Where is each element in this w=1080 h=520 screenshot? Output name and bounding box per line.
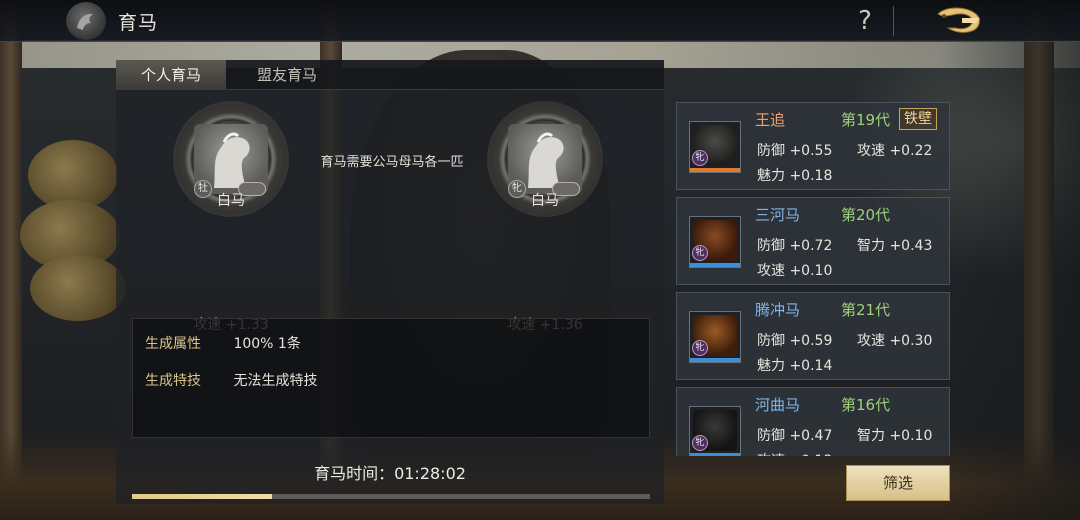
topbar-divider	[893, 6, 894, 36]
result-attr-value: 100% 1条	[233, 336, 301, 352]
gender-tag: 牝	[692, 150, 708, 166]
horse-stat: 防御 +0.47	[757, 428, 833, 444]
horse-thumbnail: 牝	[689, 311, 741, 363]
result-attr-key: 生成属性	[145, 336, 201, 352]
dragon-back-icon[interactable]	[932, 4, 988, 38]
horse-name: 腾冲马	[755, 301, 801, 319]
horse-card[interactable]: 牝 三河马 第20代 防御 +0.72 智力 +0.43 攻速 +0.10	[676, 197, 950, 285]
horse-stat: 魅力 +0.18	[757, 168, 833, 184]
background-shade	[940, 0, 1080, 520]
horse-generation: 第16代	[841, 396, 891, 414]
horse-stat: 智力 +0.43	[857, 238, 933, 254]
male-horse-slot[interactable]: 牡 白马 攻速 +1.33	[166, 104, 296, 333]
horse-stat: 智力 +0.10	[857, 428, 933, 444]
horse-stat: 魅力 +0.14	[757, 358, 833, 374]
result-skill-key: 生成特技	[145, 373, 201, 389]
rarity-bar	[690, 263, 740, 267]
horse-generation: 第20代	[841, 206, 891, 224]
rarity-bar	[690, 358, 740, 362]
horse-stat: 攻速 +0.22	[857, 143, 933, 159]
horse-card[interactable]: 牝 王追 第19代 铁壁防御 +0.55 攻速 +0.22 魅力 +0.18	[676, 102, 950, 190]
horse-stat: 防御 +0.59	[757, 333, 833, 349]
horse-card[interactable]: 牝 腾冲马 第21代 防御 +0.59 攻速 +0.30 魅力 +0.14	[676, 292, 950, 380]
horse-stat: 防御 +0.72	[757, 238, 833, 254]
horse-thumbnail: 牝	[689, 216, 741, 268]
breeding-progress-bar	[132, 494, 650, 499]
horse-thumbnail: 牝	[689, 406, 741, 456]
breeding-progress-fill	[132, 494, 272, 499]
horse-name: 三河马	[755, 206, 801, 224]
breeding-panel: 个人育马 盟友育马 牡 白马 攻速 +1.33 育马需要公马母马各一匹 牝 白马…	[116, 60, 664, 504]
horse-generation: 第19代	[841, 111, 891, 129]
gender-tag: 牝	[692, 435, 708, 451]
breeding-hint: 育马需要公马母马各一匹	[320, 155, 464, 170]
horse-thumbnail: 牝	[689, 121, 741, 173]
rarity-bar	[690, 168, 740, 172]
result-attr-row: 生成属性 100% 1条	[145, 333, 301, 353]
horse-trait-badge: 铁壁	[899, 108, 937, 130]
filter-button[interactable]: 筛选	[846, 465, 950, 501]
male-horse-name: 白马	[217, 193, 245, 209]
breeding-timer: 育马时间：01:28:02	[314, 464, 466, 483]
tab-bar: 个人育马 盟友育马	[116, 60, 664, 90]
horse-generation: 第21代	[841, 301, 891, 319]
breeding-result-box: 生成属性 100% 1条 生成特技 无法生成特技	[132, 318, 650, 438]
horse-stat: 攻速 +0.10	[757, 263, 833, 279]
question-mark-icon[interactable]: ?	[851, 4, 879, 38]
horse-stat: 防御 +0.55	[757, 143, 833, 159]
female-horse-name: 白马	[531, 193, 559, 209]
gender-tag: 牝	[692, 245, 708, 261]
rarity-bar	[690, 453, 740, 456]
result-skill-value: 无法生成特技	[233, 373, 318, 389]
hay-bale	[30, 255, 126, 321]
tab-alliance-breeding[interactable]: 盟友育马	[232, 60, 342, 90]
horse-stat: 攻速 +0.30	[857, 333, 933, 349]
female-horse-slot[interactable]: 牝 白马 攻速 +1.36	[480, 104, 610, 333]
gender-tag: 牝	[692, 340, 708, 356]
horse-list[interactable]: 牝王追 第19代 铁壁 防御 +0.55 攻速 +0.22 魅力 +0.18 牝三河马 第20…	[676, 102, 952, 456]
result-skill-row: 生成特技 无法生成特技	[145, 370, 317, 390]
emblem-icon	[66, 2, 106, 40]
page-title: 育马	[118, 12, 159, 34]
horse-name: 河曲马	[755, 396, 801, 414]
horse-card[interactable]: 牝 河曲马 第16代防御 +0.47 智力 +0.10 攻速 +0.13	[676, 387, 950, 456]
top-bar: 育马 ?	[0, 0, 1080, 42]
tab-personal-breeding[interactable]: 个人育马	[116, 60, 226, 90]
horse-name: 王追	[755, 111, 786, 129]
horse-stat: 攻速 +0.13	[757, 450, 832, 456]
